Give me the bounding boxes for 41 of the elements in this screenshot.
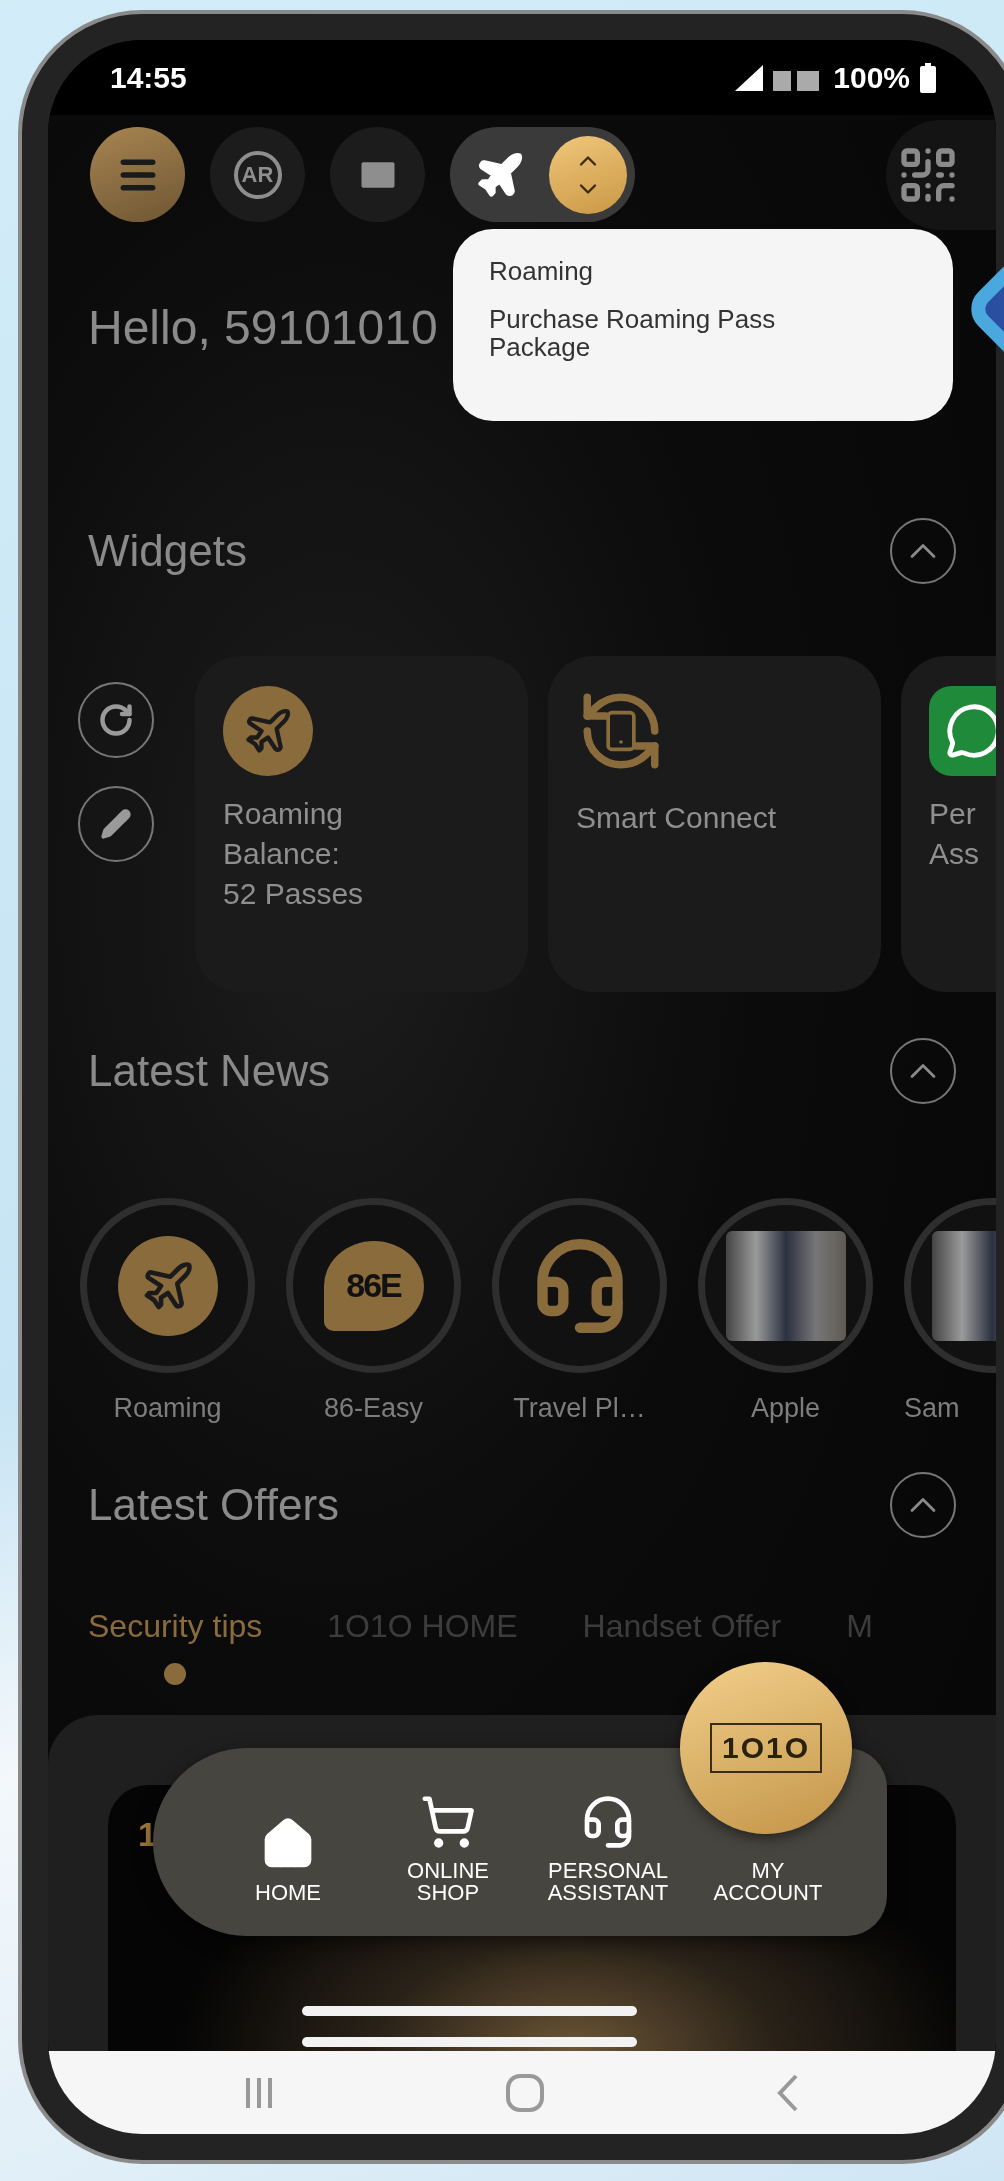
collapse-button[interactable]	[890, 1038, 956, 1104]
widget-card[interactable]: Per Ass	[901, 656, 996, 992]
cart-icon	[420, 1794, 476, 1850]
news-label: Roaming	[113, 1393, 222, 1424]
menu-item[interactable]: Roaming	[489, 257, 594, 285]
section-title: Latest Offers	[88, 1480, 340, 1530]
widget-label: Roaming Balance: 52 Passes	[223, 796, 365, 912]
collapse-button[interactable]	[890, 1472, 956, 1538]
status-time: 14:55	[110, 60, 187, 95]
widget-label: Per Ass	[929, 796, 980, 872]
widget-label: Smart Connect	[576, 800, 778, 836]
widget-card[interactable]: Smart Connect	[548, 656, 881, 992]
chat-app-icon	[929, 686, 996, 776]
recent-apps-icon	[243, 2075, 274, 2110]
news-circle[interactable]: 86E	[286, 1198, 461, 1373]
nav-item[interactable]: PERSONAL ASSISTANT	[533, 1794, 683, 1904]
home-nav-icon	[505, 2072, 545, 2113]
section-title: Widgets	[88, 526, 247, 576]
widget-card[interactable]: Roaming Balance: 52 Passes	[195, 656, 528, 992]
expand-button[interactable]	[549, 135, 627, 214]
battery-icon	[920, 62, 936, 93]
offer-text: 1	[138, 1815, 157, 1853]
nav-item[interactable]: MY ACCOUNT	[693, 1860, 843, 1904]
news-label: 86-Easy	[323, 1393, 424, 1424]
account-button[interactable]: 1O1O	[680, 1662, 852, 1834]
collapse-button[interactable]	[890, 518, 956, 584]
offer-tab[interactable]: Security tips	[88, 1608, 263, 1685]
pencil-icon	[100, 808, 132, 840]
greeting: Hello, 59101010	[88, 300, 438, 355]
news-label: Sam	[904, 1393, 960, 1424]
battery-level: 100%	[833, 60, 910, 95]
speech-bubble-icon: 86E	[323, 1240, 424, 1331]
nav-item[interactable]: HOME	[213, 1816, 363, 1904]
ar-button[interactable]: AR	[210, 127, 305, 222]
nav-item[interactable]: ONLINE SHOP	[373, 1794, 523, 1904]
qr-code-button[interactable]	[886, 119, 996, 230]
refresh-icon	[98, 702, 134, 738]
section-title: Latest News	[88, 1046, 331, 1096]
news-label: Travel Pl…	[513, 1393, 646, 1424]
menu-item[interactable]: Purchase Roaming Pass Package	[489, 305, 829, 361]
news-label: Apple	[750, 1393, 821, 1424]
